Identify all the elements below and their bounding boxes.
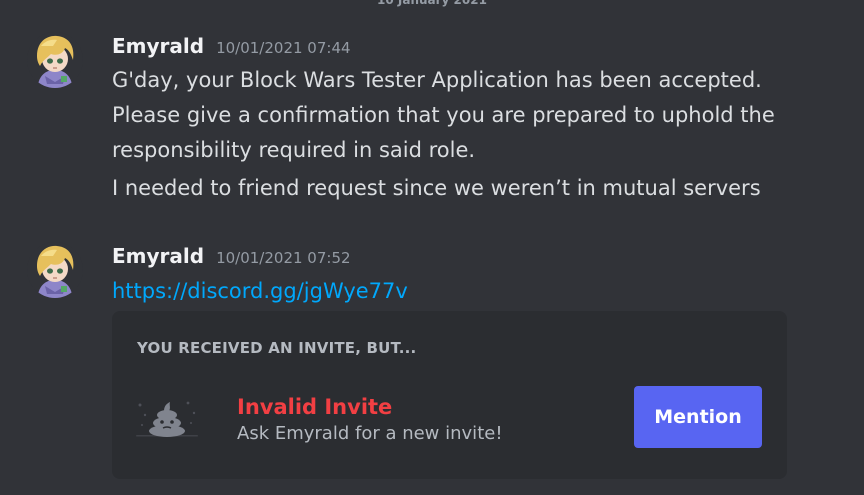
chat-view: 10 January 2021 Emyrald 10/01/2021 07:44	[0, 0, 864, 495]
message-header: Emyrald 10/01/2021 07:44	[112, 32, 351, 60]
avatar-image	[27, 32, 83, 88]
invite-heading: YOU RECEIVED AN INVITE, BUT...	[137, 339, 417, 357]
timestamp: 10/01/2021 07:44	[216, 39, 351, 57]
date-divider: 10 January 2021	[0, 0, 864, 10]
avatar-image	[27, 242, 83, 298]
invite-embed: YOU RECEIVED AN INVITE, BUT... Invalid I…	[112, 311, 787, 479]
invite-link[interactable]: https://discord.gg/jgWye77v	[112, 275, 408, 307]
avatar[interactable]	[27, 242, 83, 298]
message-content: G'day, your Block Wars Tester Applicatio…	[112, 63, 812, 206]
invite-subtitle: Ask Emyrald for a new invite!	[237, 423, 503, 444]
username[interactable]: Emyrald	[112, 242, 204, 270]
message-header: Emyrald 10/01/2021 07:52	[112, 242, 351, 270]
message-line: responsibility required in said role.	[112, 138, 476, 162]
avatar[interactable]	[27, 32, 83, 88]
message-line: G'day, your Block Wars Tester Applicatio…	[112, 68, 762, 92]
invite-title: Invalid Invite	[237, 395, 393, 419]
message-line: I needed to friend request since we were…	[112, 176, 761, 200]
poop-icon	[136, 395, 198, 445]
timestamp: 10/01/2021 07:52	[216, 249, 351, 267]
username[interactable]: Emyrald	[112, 32, 204, 60]
date-divider-label: 10 January 2021	[371, 0, 493, 8]
message-line: Please give a confirmation that you are …	[112, 103, 775, 127]
mention-button[interactable]: Mention	[634, 386, 762, 448]
